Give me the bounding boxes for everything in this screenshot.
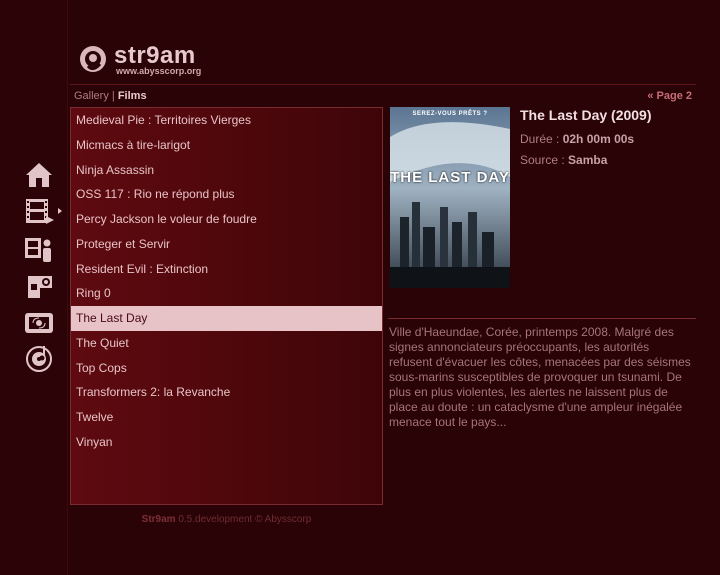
- camera-icon[interactable]: [22, 270, 56, 300]
- film-list-item-selected[interactable]: The Last Day: [71, 306, 382, 331]
- film-list-item[interactable]: Vinyan: [71, 430, 382, 455]
- film-list-item[interactable]: The Quiet: [71, 331, 382, 356]
- footer-text: 0.5.development © Abysscorp: [178, 514, 312, 525]
- tv-icon[interactable]: [22, 308, 56, 338]
- active-nav-indicator: [58, 208, 62, 214]
- film-list-item[interactable]: Resident Evil : Extinction: [71, 257, 382, 282]
- duration-label: Durée :: [520, 132, 560, 146]
- film-person-icon[interactable]: [22, 234, 56, 264]
- breadcrumb: Gallery | Films: [74, 90, 147, 102]
- duration-value: 02h 00m 00s: [562, 132, 635, 146]
- music-icon[interactable]: [22, 344, 56, 374]
- film-list-item[interactable]: Top Cops: [71, 356, 382, 381]
- film-list-item[interactable]: Transformers 2: la Revanche: [71, 380, 382, 405]
- app-url: www.abysscorp.org: [116, 66, 202, 76]
- film-list-item[interactable]: Percy Jackson le voleur de foudre: [71, 207, 382, 232]
- film-icon[interactable]: [22, 196, 56, 226]
- film-list-item[interactable]: Medieval Pie : Territoires Vierges: [71, 108, 382, 133]
- film-list: Medieval Pie : Territoires Vierges Micma…: [70, 107, 383, 505]
- home-icon[interactable]: [22, 160, 56, 190]
- source-value: Samba: [568, 153, 608, 167]
- breadcrumb-films: Films: [117, 90, 147, 102]
- movie-poster: SEREZ-VOUS PRÊTS ? THE LAST DAY: [390, 107, 510, 288]
- footer: Str9am 0.5.development © Abysscorp: [70, 514, 383, 525]
- breadcrumb-separator: |: [111, 90, 115, 102]
- app-logo[interactable]: str9am www.abysscorp.org: [78, 42, 238, 80]
- page-link[interactable]: « Page 2: [647, 90, 692, 102]
- film-list-item[interactable]: OSS 117 : Rio ne répond plus: [71, 182, 382, 207]
- poster-artwork: [390, 107, 510, 288]
- breadcrumb-gallery[interactable]: Gallery: [74, 90, 109, 102]
- movie-title: The Last Day (2009): [520, 107, 652, 123]
- description-divider: [388, 318, 696, 319]
- movie-description: Ville d'Haeundae, Corée, printemps 2008.…: [389, 325, 691, 429]
- poster-tagline: SEREZ-VOUS PRÊTS ?: [412, 111, 488, 117]
- film-list-item[interactable]: Proteger et Servir: [71, 232, 382, 257]
- source-label: Source :: [520, 153, 565, 167]
- film-list-item[interactable]: Ring 0: [71, 281, 382, 306]
- movie-source: Source : Samba: [520, 153, 607, 167]
- stream-logo-icon: [80, 46, 106, 72]
- poster-title: THE LAST DAY: [390, 169, 510, 186]
- film-list-item[interactable]: Twelve: [71, 405, 382, 430]
- header-divider: [70, 84, 696, 85]
- footer-brand: Str9am: [141, 514, 176, 525]
- film-list-item[interactable]: Ninja Assassin: [71, 158, 382, 183]
- movie-duration: Durée : 02h 00m 00s: [520, 132, 634, 146]
- film-list-item[interactable]: Micmacs à tire-larigot: [71, 133, 382, 158]
